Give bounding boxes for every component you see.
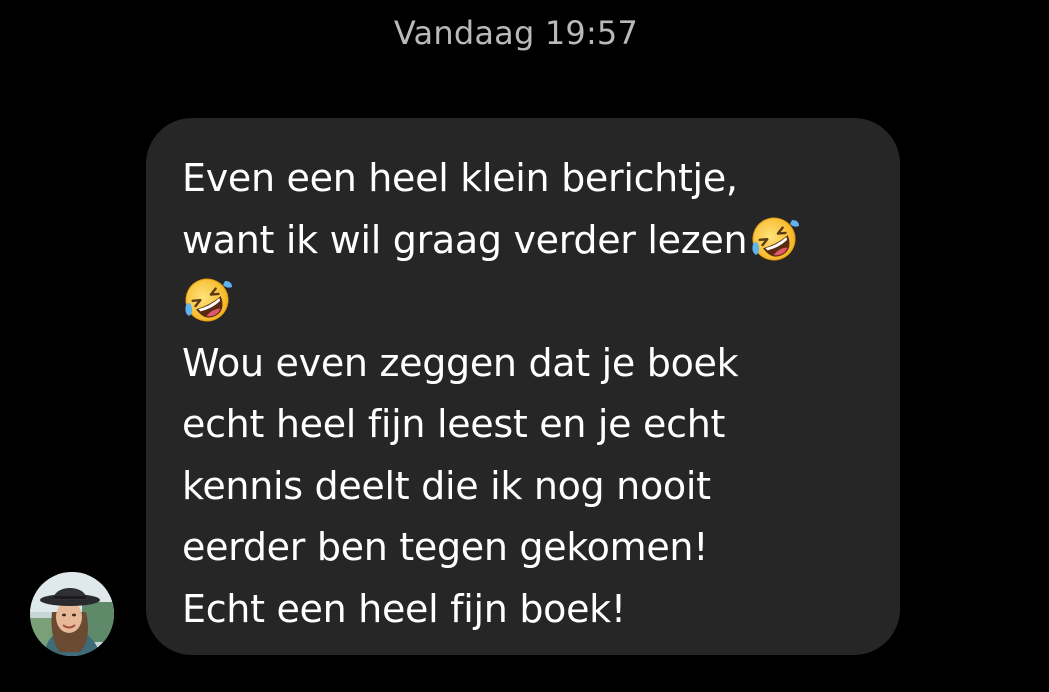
rofl-emoji-icon <box>182 275 232 325</box>
message-bubble[interactable]: Even een heel klein berichtje, want ik w… <box>146 118 900 655</box>
message-line-7: eerder ben tegen gekomen! <box>182 525 709 569</box>
message-line-8: Echt een heel fijn boek! <box>182 586 626 631</box>
message-line-5: echt heel fijn leest en je echt <box>182 402 726 446</box>
rofl-emoji-icon <box>749 213 800 264</box>
message-line-6: kennis deelt die ik nog nooit <box>182 463 711 508</box>
message-line-4: Wou even zeggen dat je boek <box>182 340 739 385</box>
sender-avatar[interactable] <box>30 572 114 656</box>
message-timestamp: Vandaag 19:57 <box>393 14 639 52</box>
avatar-photo-icon <box>30 572 114 656</box>
message-line-2: want ik wil graag verder lezen <box>182 210 880 272</box>
message-line-3 <box>182 271 880 333</box>
message-line-1: Even een heel klein berichtje, <box>182 156 738 200</box>
